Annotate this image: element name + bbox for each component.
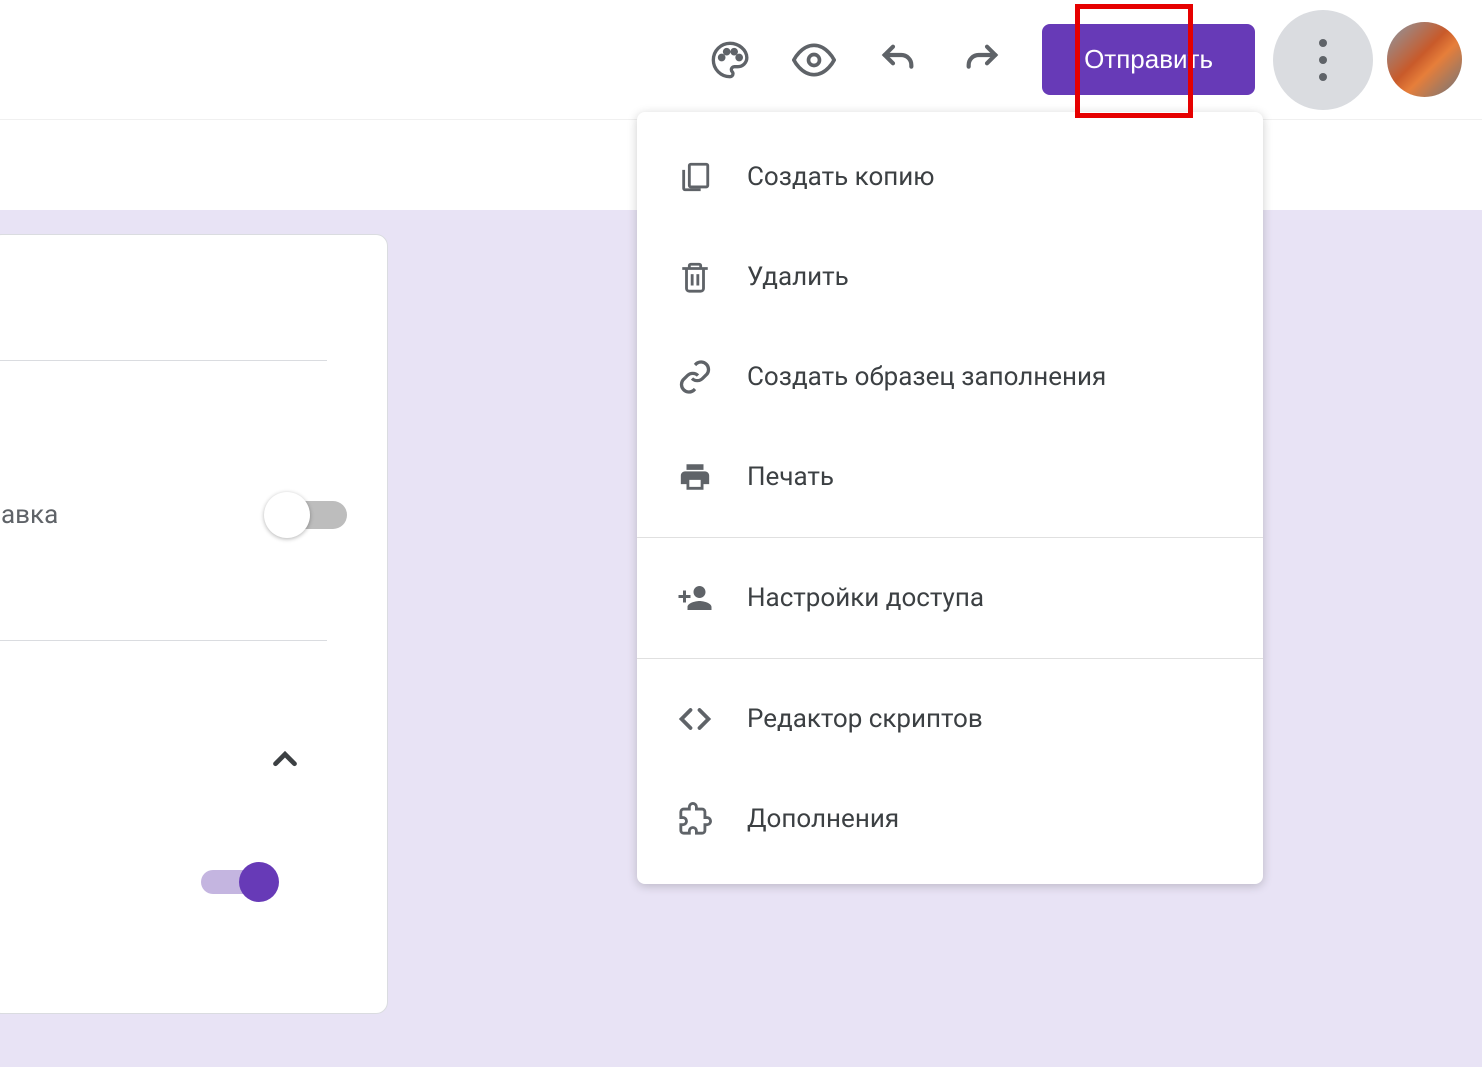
menu-item-delete[interactable]: Удалить xyxy=(637,227,1263,327)
people-icon xyxy=(671,574,719,622)
menu-item-label: Удалить xyxy=(747,262,849,292)
toggle-switch-off[interactable] xyxy=(267,501,347,529)
preview-icon[interactable] xyxy=(784,30,844,90)
copy-icon xyxy=(671,153,719,201)
menu-item-script-editor[interactable]: Редактор скриптов xyxy=(637,669,1263,769)
collapse-button[interactable] xyxy=(261,735,309,783)
menu-item-addons[interactable]: Дополнения xyxy=(637,769,1263,869)
menu-item-label: Создать образец заполнения xyxy=(747,362,1106,392)
menu-item-print[interactable]: Печать xyxy=(637,427,1263,527)
palette-icon[interactable] xyxy=(700,30,760,90)
chevron-up-icon xyxy=(266,740,304,778)
undo-icon[interactable] xyxy=(868,30,928,90)
settings-row-label: авка xyxy=(1,500,58,530)
menu-item-prefilled-link[interactable]: Создать образец заполнения xyxy=(637,327,1263,427)
user-avatar[interactable] xyxy=(1387,22,1462,97)
menu-item-label: Создать копию xyxy=(747,162,935,192)
divider xyxy=(0,640,327,641)
menu-item-make-copy[interactable]: Создать копию xyxy=(637,127,1263,227)
menu-item-label: Редактор скриптов xyxy=(747,704,983,734)
menu-item-label: Настройки доступа xyxy=(747,583,984,613)
print-icon xyxy=(671,453,719,501)
toolbar: Отправить xyxy=(0,0,1482,120)
more-options-menu: Создать копию Удалить Создать образец за… xyxy=(637,112,1263,884)
redo-icon[interactable] xyxy=(952,30,1012,90)
more-options-button[interactable] xyxy=(1273,10,1373,110)
menu-divider xyxy=(637,658,1263,659)
link-icon xyxy=(671,353,719,401)
extension-icon xyxy=(671,795,719,843)
menu-item-label: Дополнения xyxy=(747,804,899,834)
delete-icon xyxy=(671,253,719,301)
menu-item-share-settings[interactable]: Настройки доступа xyxy=(637,548,1263,648)
send-button[interactable]: Отправить xyxy=(1042,24,1255,95)
menu-divider xyxy=(637,537,1263,538)
code-icon xyxy=(671,695,719,743)
more-vert-icon xyxy=(1319,39,1327,81)
settings-card: авка xyxy=(0,234,388,1014)
divider xyxy=(0,360,327,361)
settings-row: авка xyxy=(0,485,347,545)
menu-item-label: Печать xyxy=(747,462,834,492)
toggle-switch-on[interactable] xyxy=(201,870,273,894)
